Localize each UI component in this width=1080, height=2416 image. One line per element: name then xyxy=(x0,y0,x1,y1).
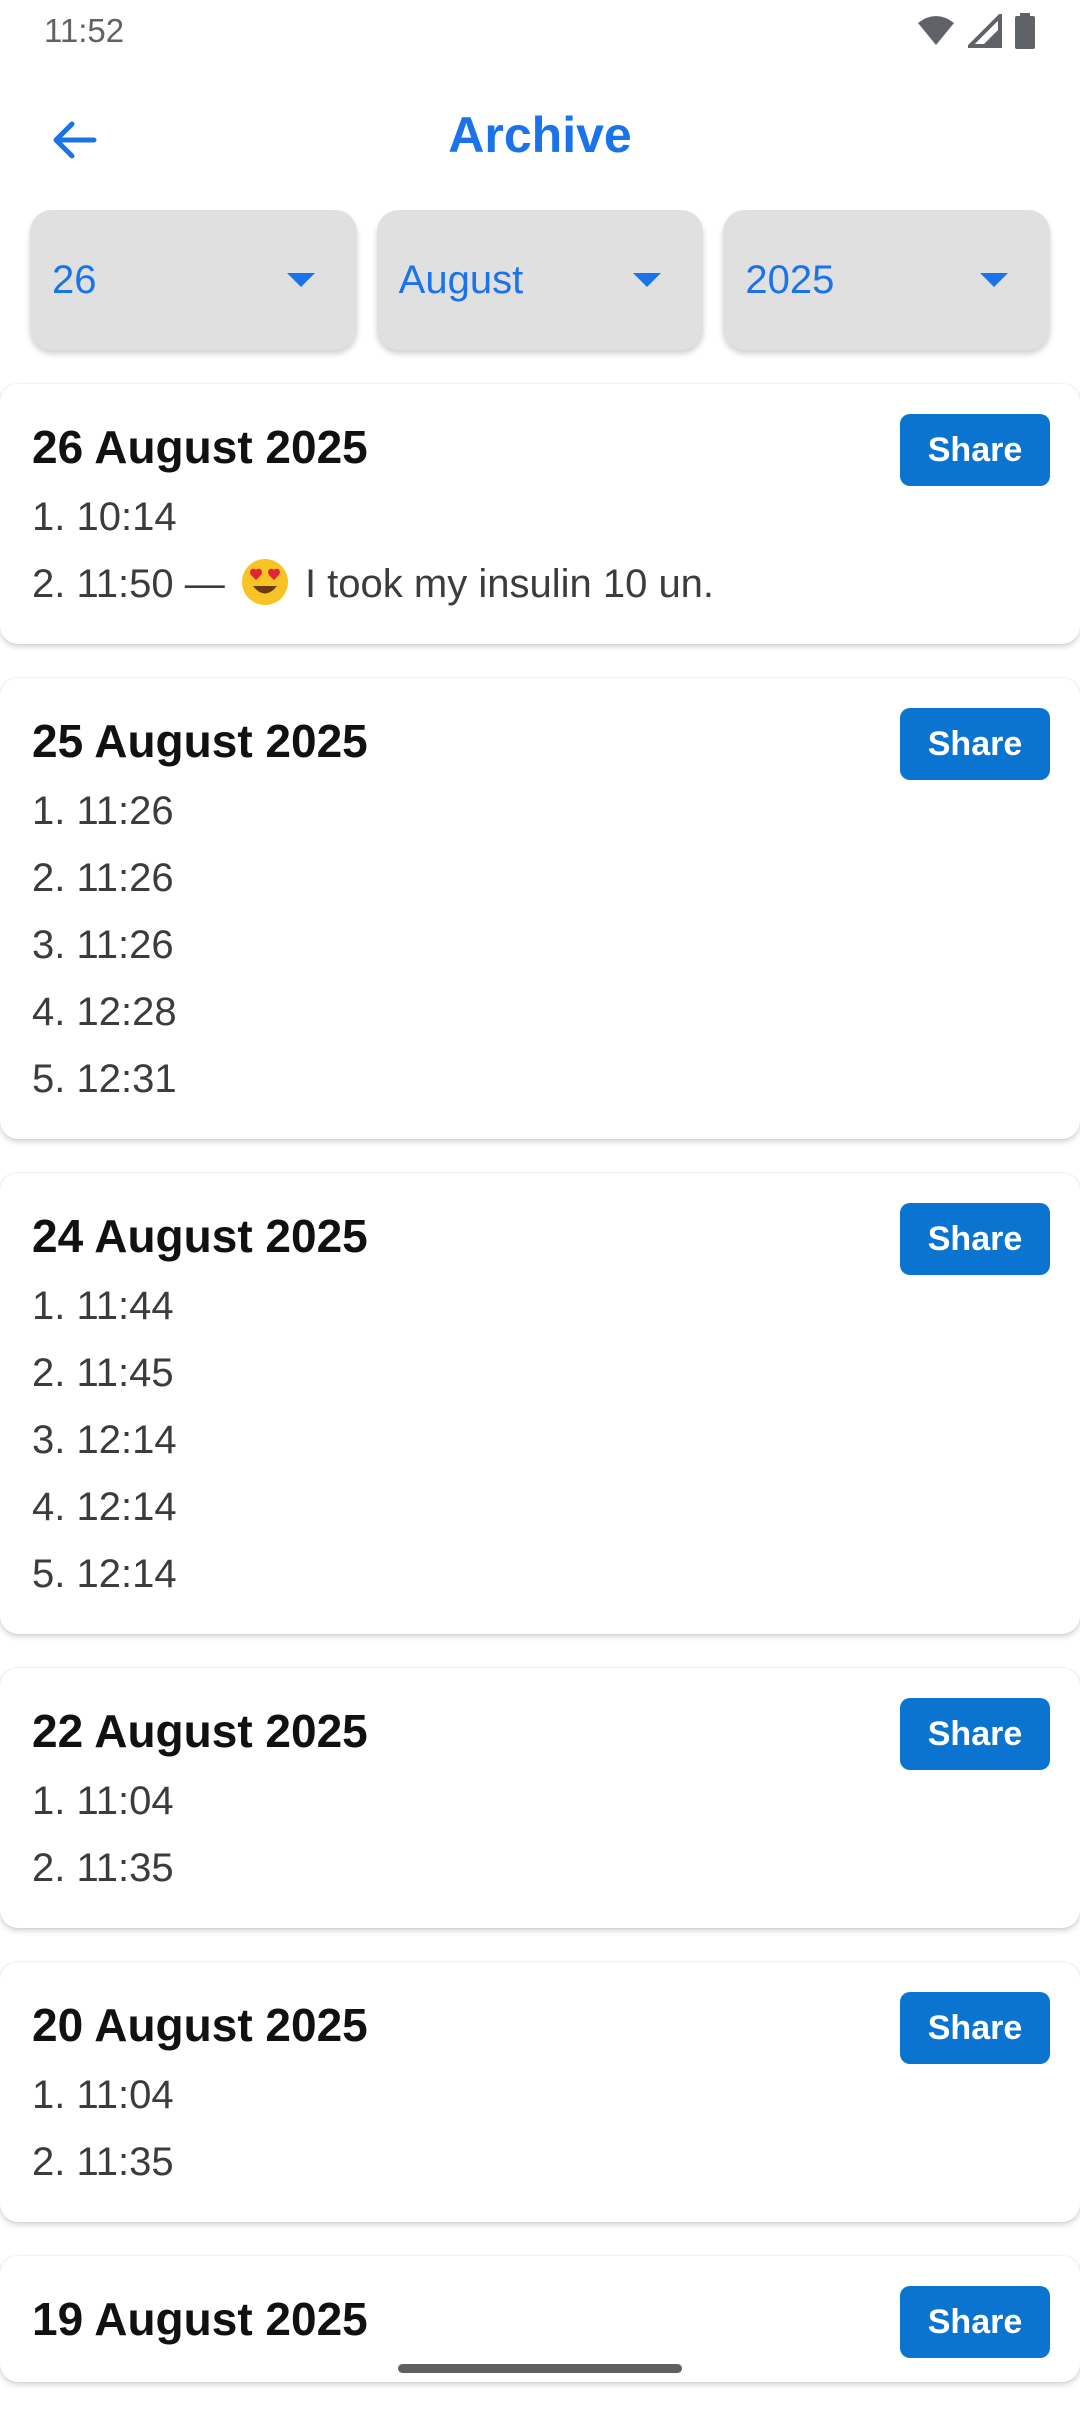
status-icons xyxy=(916,13,1036,49)
share-button[interactable]: Share xyxy=(900,2286,1050,2358)
day-card: 24 August 2025 Share 1. 11:44 2. 11:45 3… xyxy=(0,1173,1080,1634)
app-bar: Archive xyxy=(0,82,1080,192)
entry-item: 2. 11:26 xyxy=(32,856,174,900)
battery-icon xyxy=(1015,13,1035,49)
entry-note: I took my insulin 10 un. xyxy=(293,562,715,606)
entry-item: 5. 12:31 xyxy=(32,1057,177,1101)
day-dropdown-value: 26 xyxy=(52,257,97,302)
home-indicator[interactable] xyxy=(398,2364,682,2373)
entry-item: 4. 12:28 xyxy=(32,990,177,1034)
share-button[interactable]: Share xyxy=(900,1992,1050,2064)
signal-icon xyxy=(968,14,1002,48)
year-dropdown-value: 2025 xyxy=(745,257,835,302)
month-dropdown[interactable]: August xyxy=(376,210,704,350)
date-filters: 26 August 2025 xyxy=(30,210,1051,350)
wifi-icon xyxy=(918,16,954,45)
share-button[interactable]: Share xyxy=(900,708,1050,780)
entry-item: 2. 11:35 xyxy=(32,2140,174,2184)
share-button[interactable]: Share xyxy=(900,1698,1050,1770)
entry-item: 3. 12:14 xyxy=(32,1418,177,1462)
share-button[interactable]: Share xyxy=(900,1203,1050,1275)
archive-list: 26 August 2025 Share 1. 10:14 2. 11:50 —… xyxy=(0,384,1080,2416)
card-date: 19 August 2025 xyxy=(32,2293,368,2345)
status-bar: 11:52 xyxy=(0,0,1080,62)
day-card: 26 August 2025 Share 1. 10:14 2. 11:50 —… xyxy=(0,384,1080,644)
day-card: 25 August 2025 Share 1. 11:26 2. 11:26 3… xyxy=(0,678,1080,1139)
card-date: 24 August 2025 xyxy=(32,1210,368,1262)
month-dropdown-value: August xyxy=(398,257,524,302)
page-title: Archive xyxy=(448,107,632,163)
entry-time: 2. 11:50 — xyxy=(32,562,236,606)
caret-down-icon xyxy=(980,273,1009,287)
card-date: 25 August 2025 xyxy=(32,715,368,767)
entry-item: 5. 12:14 xyxy=(32,1552,177,1596)
caret-down-icon xyxy=(286,273,315,287)
entry-item: 4. 12:14 xyxy=(32,1485,177,1529)
share-button[interactable]: Share xyxy=(900,414,1050,486)
status-time: 11:52 xyxy=(44,12,125,49)
entry-item: 2. 11:50 — I took my insulin 10 un. xyxy=(32,551,1048,618)
day-card: 22 August 2025 Share 1. 11:04 2. 11:35 xyxy=(0,1668,1080,1928)
card-date: 22 August 2025 xyxy=(32,1705,368,1757)
year-dropdown[interactable]: 2025 xyxy=(723,210,1051,350)
day-dropdown[interactable]: 26 xyxy=(30,210,357,350)
entry-item: 2. 11:45 xyxy=(32,1351,174,1395)
entry-item: 1. 11:44 xyxy=(32,1284,174,1328)
heart-eyes-emoji xyxy=(241,559,288,605)
entry-item: 1. 10:14 xyxy=(32,495,177,539)
day-card: 20 August 2025 Share 1. 11:04 2. 11:35 xyxy=(0,1962,1080,2222)
entry-item: 1. 11:04 xyxy=(32,2073,174,2117)
entry-item: 2. 11:35 xyxy=(32,1846,174,1890)
entry-item: 1. 11:04 xyxy=(32,1779,174,1823)
entry-item: 3. 11:26 xyxy=(32,923,174,967)
card-date: 20 August 2025 xyxy=(32,1999,368,2051)
caret-down-icon xyxy=(633,273,662,287)
entry-item: 1. 11:26 xyxy=(32,789,174,833)
card-date: 26 August 2025 xyxy=(32,421,368,473)
